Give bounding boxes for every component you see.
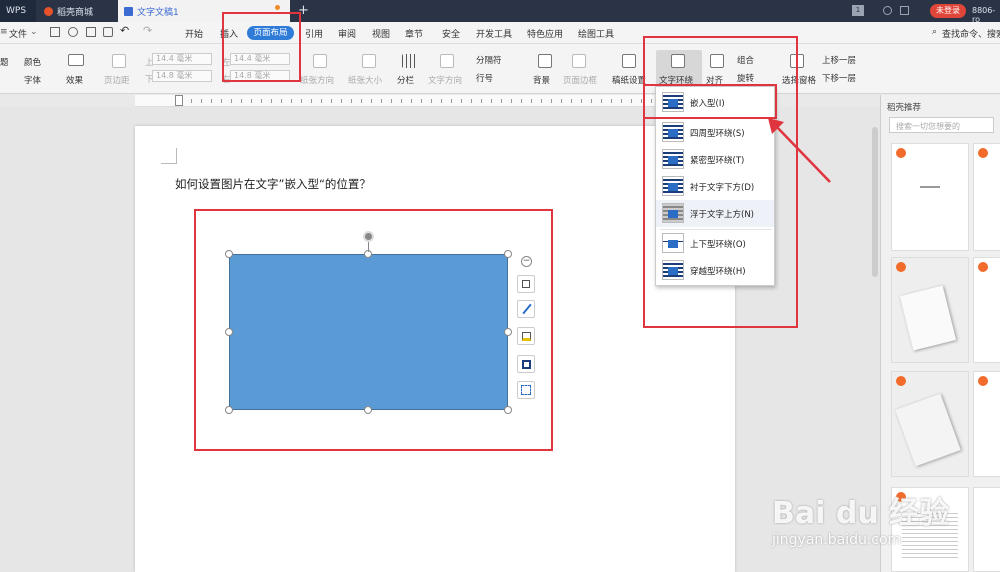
window-icon[interactable] — [900, 6, 909, 15]
document-scrollbar[interactable] — [872, 127, 878, 277]
text-direction-icon[interactable] — [440, 54, 454, 68]
effect-button[interactable]: 效果 — [66, 74, 83, 86]
highlight-page-layout — [222, 12, 301, 82]
margin-button[interactable]: 页边距 — [104, 74, 130, 86]
menu-icon[interactable]: ≡ — [0, 27, 8, 37]
doc-icon — [124, 6, 133, 16]
font-button[interactable]: 字体 — [24, 74, 41, 86]
background-icon[interactable] — [538, 54, 552, 68]
template-thumb-8[interactable] — [973, 487, 1000, 572]
tab-drawing-tools[interactable]: 绘图工具 — [578, 27, 614, 40]
wps-label: WPS — [6, 6, 27, 16]
separator-button[interactable]: 分隔符 — [476, 54, 502, 66]
tab-chapter[interactable]: 章节 — [405, 27, 423, 40]
theme-button[interactable]: 题 — [0, 56, 9, 68]
search-icon[interactable]: ⌕ — [932, 27, 937, 37]
paper-setting-icon[interactable] — [622, 54, 636, 68]
skin-icon[interactable] — [883, 6, 892, 15]
save-icon[interactable] — [50, 27, 60, 37]
page-border-button[interactable]: 页面边框 — [563, 74, 597, 86]
margin-icon[interactable] — [112, 54, 126, 68]
template-line — [920, 186, 940, 188]
tab-docer-store[interactable]: 稻壳商城 — [38, 0, 116, 22]
size-button[interactable]: 纸张大小 — [348, 74, 382, 86]
ruler-ticks — [191, 99, 711, 103]
template-thumb-5[interactable] — [891, 371, 969, 477]
template-thumb-1[interactable] — [891, 143, 969, 251]
unsaved-dot — [275, 5, 280, 10]
question-text[interactable]: 如何设置图片在文字”嵌入型“的位置？ — [175, 176, 371, 192]
line-number-button[interactable]: 行号 — [476, 72, 493, 84]
docer-badge-icon — [896, 376, 906, 386]
bring-forward-button[interactable]: 上移一层 — [822, 54, 856, 66]
tab-developer[interactable]: 开发工具 — [476, 27, 512, 40]
tab-review[interactable]: 审阅 — [338, 27, 356, 40]
undo-icon[interactable]: ↶ — [120, 24, 129, 37]
baidu-watermark: Bai du 经验 — [772, 496, 950, 531]
background-button[interactable]: 背景 — [533, 74, 550, 86]
preview-icon[interactable] — [103, 27, 113, 37]
tab-view[interactable]: 视图 — [372, 27, 390, 40]
tab-docer-label: 稻壳商城 — [57, 7, 94, 18]
panel-title: 稻壳推荐 — [887, 103, 922, 113]
arrow-line — [773, 123, 831, 183]
docer-badge-icon — [896, 148, 906, 158]
highlight-shape — [194, 209, 553, 451]
docer-badge-icon — [896, 262, 906, 272]
size-icon[interactable] — [362, 54, 376, 68]
wps-home-tab[interactable]: WPS — [0, 0, 36, 22]
tab-security[interactable]: 安全 — [442, 27, 460, 40]
orientation-button[interactable]: 纸张方向 — [300, 74, 334, 86]
margin-corner-mark — [161, 148, 177, 164]
redo-icon[interactable]: ↷ — [143, 24, 152, 37]
export-icon[interactable] — [68, 27, 78, 37]
bottom-margin-input[interactable]: 14.8 毫米 — [152, 70, 212, 82]
docer-badge-icon — [978, 376, 988, 386]
paper-setting-button[interactable]: 稿纸设置 — [612, 74, 646, 86]
tab-references[interactable]: 引用 — [305, 27, 323, 40]
chevron-down-icon: ⌄ — [30, 27, 38, 37]
watermark-url: jingyan.baidu.com — [772, 532, 902, 548]
text-direction-button[interactable]: 文字方向 — [428, 74, 462, 86]
print-icon[interactable] — [86, 27, 96, 37]
columns-icon[interactable] — [402, 54, 416, 68]
page-border-icon[interactable] — [572, 54, 586, 68]
send-backward-button[interactable]: 下移一层 — [822, 72, 856, 84]
document-image — [895, 393, 961, 467]
command-search[interactable]: 查找命令、搜索 — [942, 27, 1000, 40]
tab-start[interactable]: 开始 — [185, 27, 203, 40]
orientation-icon[interactable] — [313, 54, 327, 68]
arrow-annotation — [768, 118, 831, 183]
effect-icon[interactable] — [68, 54, 84, 66]
tab-features[interactable]: 特色应用 — [527, 27, 563, 40]
ribbon-toolbar: 题 颜色 字体 效果 页边距 上 14.4 毫米 下 14.8 毫米 左 14.… — [0, 44, 1000, 94]
docer-badge-icon — [978, 148, 988, 158]
template-thumb-3[interactable] — [891, 257, 969, 363]
template-thumb-6[interactable] — [973, 371, 1000, 477]
panel-search-input[interactable]: 搜索一切您想要的 — [889, 117, 994, 133]
menu-bar: ≡ 文件 ⌄ ↶ ↷ 开始 插入 页面布局 引用 审阅 视图 章节 安全 开发工… — [0, 22, 1000, 44]
title-bar: WPS 稻壳商城 文字文稿1 + 1 未登录 8806-ro — [0, 0, 1000, 24]
highlight-inline-option — [643, 84, 777, 119]
color-button[interactable]: 颜色 — [24, 56, 41, 68]
top-margin-input[interactable]: 14.4 毫米 — [152, 53, 212, 65]
book-image — [899, 285, 957, 351]
indent-marker[interactable] — [175, 95, 183, 106]
file-menu[interactable]: 文件 — [9, 27, 27, 40]
template-thumb-4[interactable] — [973, 257, 1000, 363]
login-button[interactable]: 未登录 — [930, 4, 966, 18]
columns-button[interactable]: 分栏 — [397, 74, 414, 86]
tab-document-label: 文字文稿1 — [137, 7, 179, 18]
template-thumb-2[interactable] — [973, 143, 1000, 251]
docer-badge-icon — [978, 262, 988, 272]
page-indicator: 1 — [852, 5, 864, 16]
docer-icon — [44, 6, 53, 16]
